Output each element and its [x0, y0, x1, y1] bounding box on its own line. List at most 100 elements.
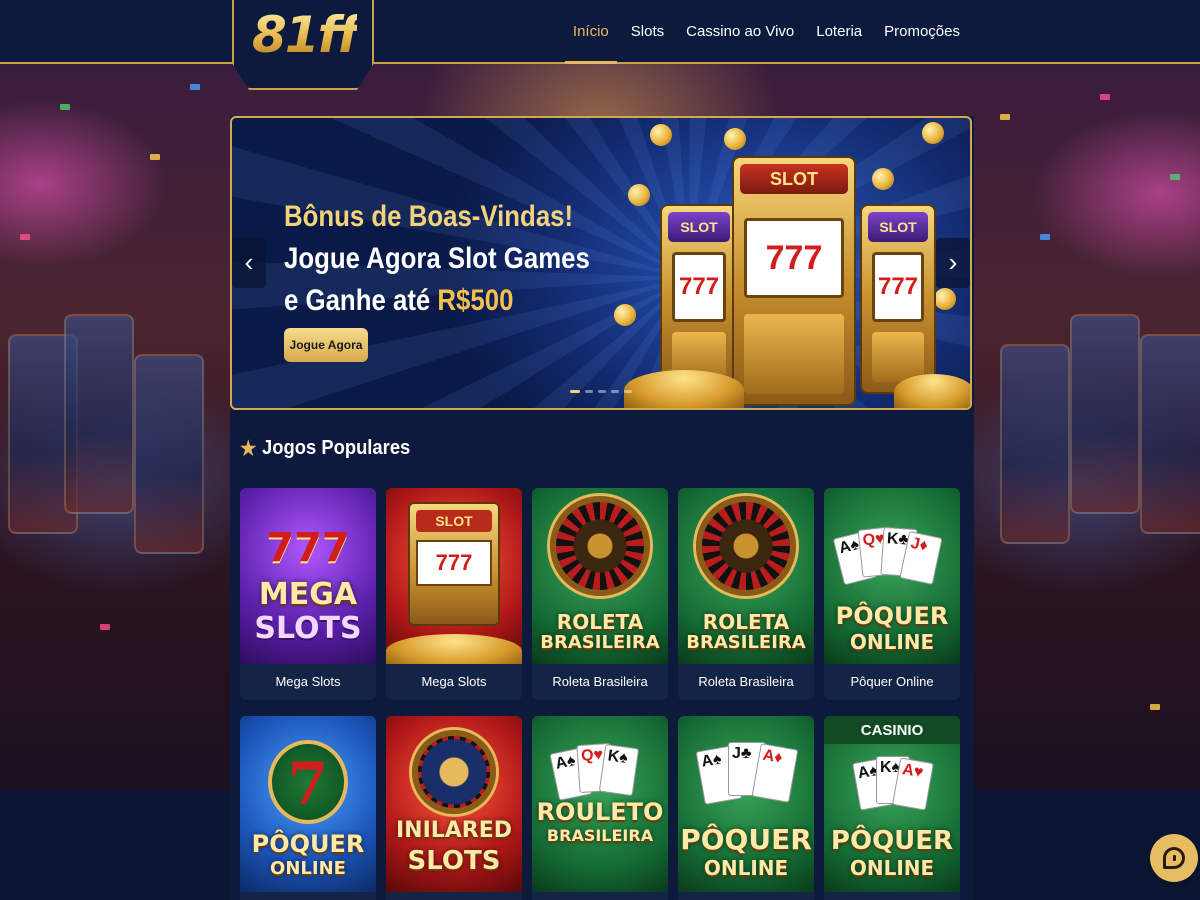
art-text: ONLINE	[270, 858, 346, 879]
confetti	[100, 624, 110, 630]
game-card-roleta-brasileira[interactable]: ROLETA BRASILEIRA Roleta Brasileira	[532, 488, 668, 700]
confetti	[20, 234, 30, 240]
game-thumbnail: A♠ Q♥ K♠ ROULETO BRASILEIRA	[532, 716, 668, 892]
coin	[650, 124, 672, 146]
banner-line-1: Bônus de Boas-Vindas!	[284, 200, 574, 233]
slot-reels: 777	[416, 540, 492, 586]
game-card-inilared-slots[interactable]: INILARED SLOTS	[386, 716, 522, 900]
playing-card-icon: A♦	[751, 743, 799, 803]
slot-reels: 777	[744, 218, 844, 298]
game-title: Mega Slots	[421, 674, 487, 689]
art-text: ONLINE	[849, 856, 935, 880]
banner-line-3: e Ganhe até R$500	[284, 280, 594, 322]
carousel-dot[interactable]	[624, 390, 632, 393]
roulette-star-icon	[412, 730, 496, 814]
slot-machine-art: SLOT 777	[408, 502, 500, 626]
game-thumbnail: A♠ Q♥ K♣ J♦ PÔQUER ONLINE	[824, 488, 960, 664]
art-text: BRASILEIRA	[546, 826, 654, 845]
game-card-mega-slots[interactable]: 777 MEGA SLOTS Mega Slots	[240, 488, 376, 700]
game-thumbnail: ROLETA BRASILEIRA	[678, 488, 814, 664]
roulette-wheel-icon	[696, 496, 796, 596]
coin-pile	[894, 374, 970, 408]
carousel-dot[interactable]	[611, 390, 619, 393]
play-now-button[interactable]: Jogue Agora	[284, 328, 368, 362]
carousel-dots	[570, 390, 632, 393]
game-card-poquer-online-seven[interactable]: 7 PÔQUER ONLINE	[240, 716, 376, 900]
art-ribbon: CASINIO	[824, 716, 960, 744]
bg-slot-machine	[1070, 314, 1140, 514]
banner-next-button[interactable]: ›	[936, 238, 970, 288]
confetti	[190, 84, 200, 90]
art-text: PÔQUER	[835, 602, 949, 630]
slot-machine-base	[744, 314, 844, 394]
game-title	[678, 892, 814, 900]
slot-label: SLOT	[416, 510, 492, 532]
confetti	[1000, 114, 1010, 120]
game-card-mega-slots-2[interactable]: SLOT 777 Mega Slots	[386, 488, 522, 700]
main-content: Bônus de Boas-Vindas! Jogue Agora Slot G…	[230, 116, 974, 900]
bg-slot-machine	[1140, 334, 1200, 534]
art-text: ONLINE	[703, 856, 789, 880]
art-text: ONLINE	[849, 630, 935, 654]
slot-machine-label: SLOT	[740, 164, 848, 194]
coin	[628, 184, 650, 206]
slot-machine-label: SLOT	[668, 212, 730, 242]
confetti	[1040, 234, 1050, 240]
main-nav: Início Slots Cassino ao Vivo Loteria Pro…	[564, 0, 960, 64]
nav-cassino-ao-vivo[interactable]: Cassino ao Vivo	[686, 0, 794, 62]
game-title	[240, 892, 376, 900]
game-thumbnail: 7 PÔQUER ONLINE	[240, 716, 376, 892]
slot-machine-base	[872, 332, 924, 382]
game-card-roleta-brasileira-2[interactable]: ROLETA BRASILEIRA Roleta Brasileira	[678, 488, 814, 700]
confetti	[150, 154, 160, 160]
game-title	[824, 892, 960, 900]
slot-machine-left: SLOT 777	[660, 204, 738, 394]
art-text: BRASILEIRA	[686, 632, 806, 653]
chat-icon	[1163, 847, 1185, 869]
star-icon: ★	[240, 438, 257, 460]
banner-headline: Bônus de Boas-Vindas! Jogue Agora Slot G…	[284, 196, 594, 322]
slot-machine-label: SLOT	[868, 212, 928, 242]
art-text: PÔQUER	[251, 830, 365, 858]
game-card-casinio-poquer-online[interactable]: CASINIO A♠ K♠ A♥ PÔQUER ONLINE	[824, 716, 960, 900]
confetti	[1170, 174, 1180, 180]
game-title: Pôquer Online	[850, 674, 934, 689]
nav-loteria[interactable]: Loteria	[816, 0, 862, 62]
nav-promocoes[interactable]: Promoções	[884, 0, 960, 62]
nav-slots[interactable]: Slots	[631, 0, 664, 62]
art-text: ROLETA	[702, 610, 790, 634]
slot-machine-center: SLOT 777	[732, 156, 856, 406]
carousel-dot[interactable]	[570, 390, 580, 393]
banner-line-2: Jogue Agora Slot Games	[284, 242, 590, 275]
site-logo[interactable]: 81ff	[252, 6, 359, 64]
nav-inicio[interactable]: Início	[564, 0, 617, 64]
coin-pile	[386, 634, 522, 664]
slot-reels: 777	[672, 252, 726, 322]
art-text: 777	[266, 525, 350, 571]
game-title	[386, 892, 522, 900]
game-title: Roleta Brasileira	[552, 674, 648, 689]
coin	[934, 288, 956, 310]
game-card-rouleto-brasileira[interactable]: A♠ Q♥ K♠ ROULETO BRASILEIRA	[532, 716, 668, 900]
section-title-text: Jogos Populares	[262, 437, 411, 459]
art-text: ROULETO	[536, 798, 664, 826]
chevron-right-icon: ›	[948, 247, 958, 277]
carousel-dot[interactable]	[598, 390, 606, 393]
slot-machine-right: SLOT 777	[860, 204, 936, 394]
art-text: MEGA	[258, 577, 358, 612]
coin	[724, 128, 746, 150]
game-title: Roleta Brasileira	[698, 674, 794, 689]
game-card-poquer-online-2[interactable]: A♠ J♣ A♦ PÔQUER ONLINE	[678, 716, 814, 900]
chat-button[interactable]	[1150, 834, 1198, 882]
game-thumbnail: ROLETA BRASILEIRA	[532, 488, 668, 664]
banner-line-3-prefix: e Ganhe até	[284, 284, 438, 317]
confetti	[1100, 94, 1110, 100]
coin	[614, 304, 636, 326]
banner-prev-button[interactable]: ‹	[232, 238, 266, 288]
bg-slot-machine	[134, 354, 204, 554]
game-thumbnail: INILARED SLOTS	[386, 716, 522, 892]
promo-banner: Bônus de Boas-Vindas! Jogue Agora Slot G…	[230, 116, 972, 410]
game-card-poquer-online[interactable]: A♠ Q♥ K♣ J♦ PÔQUER ONLINE Pôquer Online	[824, 488, 960, 700]
carousel-dot[interactable]	[585, 390, 593, 393]
playing-card-icon: K♠	[598, 743, 640, 797]
